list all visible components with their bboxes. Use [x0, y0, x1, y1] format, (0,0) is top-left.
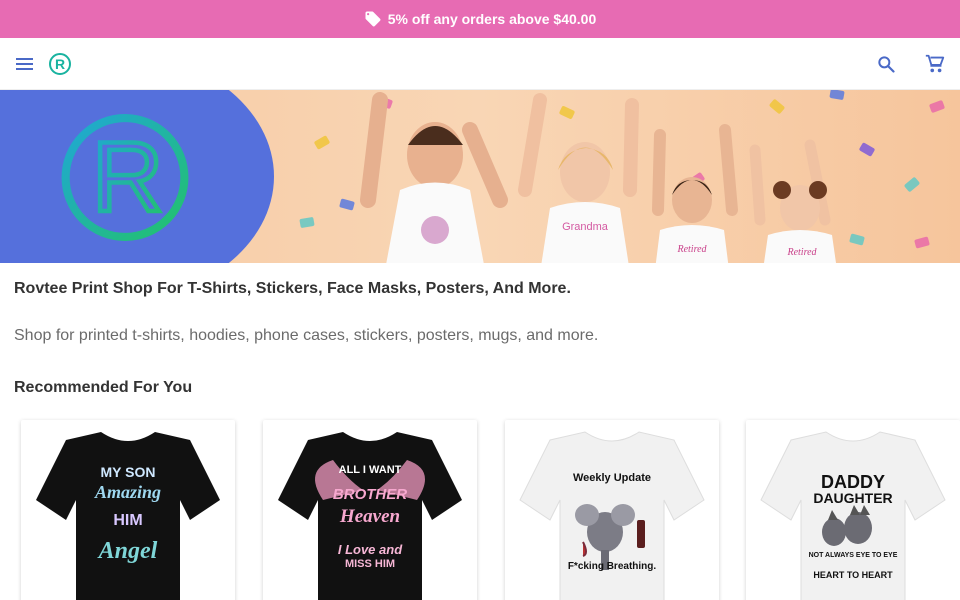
recommended-section-title: Recommended For You	[14, 379, 193, 396]
promo-banner[interactable]: 5% off any orders above $40.00	[0, 0, 960, 38]
family-photo: Grandma Retired Retired	[360, 92, 836, 263]
shirt-print-line: HIM	[113, 512, 143, 529]
shirt-print-line: HEART TO HEART	[813, 570, 893, 580]
product-card[interactable]: DADDY DAUGHTER NOT ALWAYS EYE TO EYE HEA…	[746, 420, 960, 600]
confetti-piece	[903, 176, 921, 193]
confetti-piece	[313, 135, 331, 150]
confetti-piece	[299, 216, 315, 229]
shirt-print-line: MY SON	[100, 464, 156, 480]
logo-letter: R	[55, 56, 65, 72]
tag-icon	[365, 11, 381, 27]
product-card[interactable]: ALL I WANT BROTHER Heaven I Love and MIS…	[263, 420, 477, 600]
brand-logo-icon: R	[61, 114, 189, 241]
top-navbar: R	[0, 38, 960, 90]
confetti-piece	[914, 236, 930, 249]
confetti-piece	[858, 142, 876, 157]
page-subheadline: Shop for printed t-shirts, hoodies, phon…	[14, 327, 599, 344]
shirt-print-line: Heaven	[339, 506, 401, 527]
tshirt-image	[36, 432, 220, 600]
shirt-print-line: DAUGHTER	[813, 490, 893, 506]
promo-text: 5% off any orders above $40.00	[387, 11, 597, 27]
hero-banner[interactable]: R Grandma Retired Retired	[0, 90, 960, 263]
hero-logo-letter: R	[92, 121, 164, 232]
person-father	[360, 92, 508, 263]
person-girl: Retired	[749, 139, 836, 263]
confetti-piece	[928, 99, 946, 114]
shirt-print-line: Angel	[98, 538, 158, 564]
product-card[interactable]: MY SON Amazing HIM Angel	[21, 420, 235, 600]
product-card[interactable]: Weekly Update F*cking Breathing.	[505, 420, 719, 600]
shirt-print-line: MISS HIM	[344, 558, 396, 570]
shirt-label-retired-2: Retired	[786, 247, 817, 258]
person-boy: Retired	[652, 124, 738, 263]
shirt-print-line: I Love and	[337, 542, 403, 557]
shirt-print-line: BROTHER	[332, 486, 408, 503]
search-icon[interactable]	[876, 54, 896, 74]
logo-icon[interactable]: R	[48, 52, 72, 76]
person-mother: Grandma	[518, 93, 639, 263]
tshirt-image	[519, 431, 705, 600]
cart-icon[interactable]	[924, 53, 946, 75]
shirt-print-line: Weekly Update	[572, 472, 652, 484]
shirt-print-line: F*cking Breathing.	[567, 561, 657, 572]
shirt-print-line: Amazing	[94, 482, 162, 502]
shirt-print-line: ALL I WANT	[338, 464, 402, 476]
page-headline: Rovtee Print Shop For T-Shirts, Stickers…	[14, 280, 571, 297]
shirt-label-grandma: Grandma	[562, 221, 609, 233]
shirt-label-retired-1: Retired	[676, 244, 707, 255]
menu-icon[interactable]	[15, 56, 35, 72]
shirt-print-line: NOT ALWAYS EYE TO EYE	[808, 552, 898, 559]
